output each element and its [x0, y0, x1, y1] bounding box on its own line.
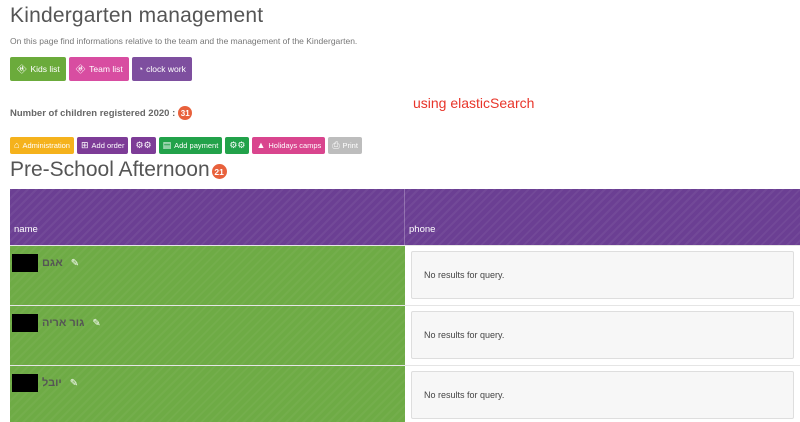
action-button-group: ⌂ Administration ⊞ Add order ⚙⚙ ▤ Add pa…: [10, 137, 362, 154]
clock-work-button[interactable]: ◔ clock work: [131, 57, 192, 81]
column-header-phone[interactable]: phone: [405, 189, 800, 245]
add-payment-label: Add payment: [174, 141, 219, 150]
name-cell: אגם ✎: [10, 246, 405, 305]
children-table: name phone אגם ✎ No results for query. ג…: [10, 189, 800, 422]
print-icon: ⎙: [332, 140, 340, 150]
phone-cell: No results for query.: [405, 246, 800, 305]
top-button-group: 🚸︎ Kids list 🚸︎ Team list ◔ clock work: [10, 57, 192, 81]
children-count-label: Number of children registered 2020 :: [10, 107, 176, 119]
child-icon: 🚸︎: [74, 63, 87, 74]
child-icon: 🚸︎: [16, 63, 28, 74]
children-count-badge: 31: [178, 106, 193, 120]
table-header: name phone: [10, 189, 800, 245]
table-row: אגם ✎ No results for query.: [10, 245, 800, 305]
children-count: Number of children registered 2020 : 31: [10, 106, 193, 120]
print-label: Print: [342, 141, 358, 150]
payment-settings-button[interactable]: ⚙⚙: [225, 137, 250, 154]
phone-result-box: No results for query.: [411, 311, 794, 359]
page-subtitle: On this page find informations relative …: [10, 36, 358, 46]
order-settings-button[interactable]: ⚙⚙: [131, 137, 156, 154]
section-title-text: Pre-School Afternoon: [10, 158, 210, 181]
edit-icon[interactable]: ✎: [71, 258, 79, 269]
money-icon: ▤: [162, 140, 172, 150]
gears-icon: ⚙⚙: [135, 140, 152, 150]
phone-cell: No results for query.: [405, 306, 800, 365]
phone-result-box: No results for query.: [411, 251, 794, 299]
child-name: גור אריה: [42, 317, 85, 329]
edit-icon[interactable]: ✎: [70, 378, 78, 389]
child-name: אגם: [42, 257, 63, 269]
child-name: יובל: [42, 377, 62, 389]
column-header-name[interactable]: name: [10, 189, 405, 245]
name-cell: יובל ✎: [10, 366, 405, 422]
redacted-block: [12, 374, 38, 392]
elastic-note: using elasticSearch: [413, 95, 535, 111]
phone-cell: No results for query.: [405, 366, 800, 422]
name-cell: גור אריה ✎: [10, 306, 405, 365]
team-list-label: Team list: [89, 64, 123, 74]
team-list-button[interactable]: 🚸︎ Team list: [68, 57, 129, 81]
clock-work-label: clock work: [146, 64, 186, 74]
phone-result-box: No results for query.: [411, 371, 794, 419]
redacted-block: [12, 314, 38, 332]
edit-icon[interactable]: ✎: [92, 318, 100, 329]
table-row: יובל ✎ No results for query.: [10, 365, 800, 422]
table-row: גור אריה ✎ No results for query.: [10, 305, 800, 365]
bank-icon: ⌂: [14, 140, 20, 150]
clock-icon: ◔: [137, 63, 144, 74]
administration-button[interactable]: ⌂ Administration: [10, 137, 74, 154]
add-order-label: Add order: [91, 141, 125, 150]
redacted-block: [12, 254, 38, 272]
holidays-camps-label: Holidays camps: [268, 141, 322, 150]
add-payment-button[interactable]: ▤ Add payment: [158, 137, 223, 154]
tent-icon: ▲: [256, 140, 266, 150]
administration-label: Administration: [22, 141, 70, 150]
add-order-button[interactable]: ⊞ Add order: [76, 137, 129, 154]
section-title: Pre-School Afternoon 21: [10, 158, 227, 182]
kids-list-button[interactable]: 🚸︎ Kids list: [10, 57, 66, 81]
gears-icon: ⚙⚙: [229, 140, 246, 150]
kids-list-label: Kids list: [30, 64, 60, 74]
holidays-camps-button[interactable]: ▲ Holidays camps: [252, 137, 326, 154]
section-count-badge: 21: [211, 164, 227, 179]
page-title: Kindergarten management: [10, 4, 264, 27]
print-button[interactable]: ⎙ Print: [328, 137, 362, 154]
plus-square-icon: ⊞: [80, 140, 89, 150]
